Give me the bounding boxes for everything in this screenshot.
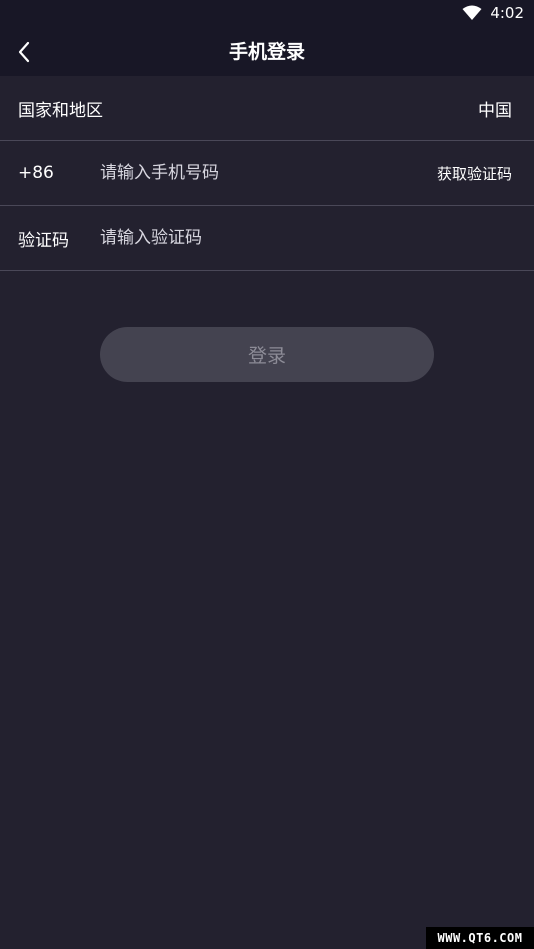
code-row: 验证码	[0, 206, 534, 271]
region-label: 国家和地区	[18, 100, 103, 121]
code-input[interactable]	[100, 228, 400, 248]
login-form: 国家和地区 中国 +86 获取验证码 验证码	[0, 76, 534, 271]
country-code: +86	[18, 163, 54, 183]
page-title: 手机登录	[228, 41, 305, 63]
phone-input[interactable]	[100, 163, 400, 183]
region-value: 中国	[478, 100, 512, 121]
title-bar: 手机登录	[0, 28, 534, 76]
get-code-button[interactable]: 获取验证码	[437, 163, 512, 184]
region-row[interactable]: 国家和地区 中国	[0, 76, 534, 141]
login-button[interactable]: 登录	[100, 327, 434, 382]
code-label: 验证码	[18, 230, 69, 251]
status-time: 4:02	[490, 4, 524, 22]
status-bar: 4:02	[0, 0, 534, 28]
status-indicators: 4:02	[462, 4, 524, 22]
watermark: WWW.QT6.COM	[426, 927, 534, 949]
phone-row: +86 获取验证码	[0, 141, 534, 206]
wifi-icon	[462, 5, 482, 20]
